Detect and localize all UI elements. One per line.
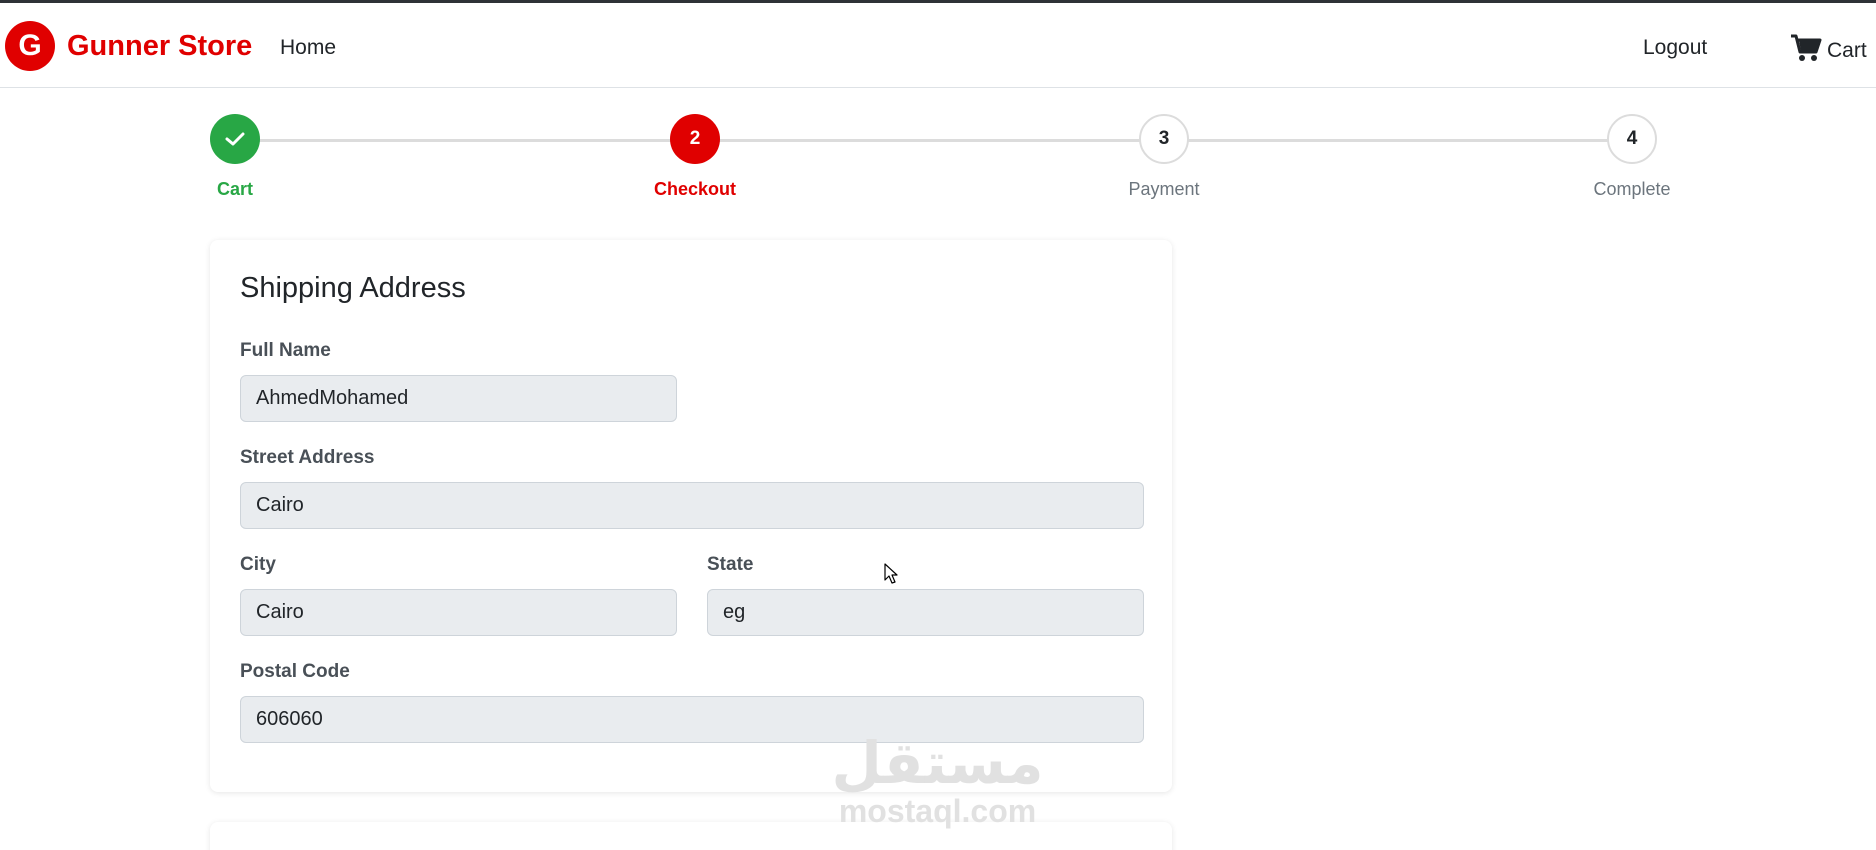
brand-logo: G: [5, 21, 55, 71]
street-address-label: Street Address: [240, 447, 375, 468]
nav-home-link[interactable]: Home: [280, 36, 336, 60]
full-name-input[interactable]: [240, 375, 677, 422]
brand-link[interactable]: G Gunner Store: [5, 21, 252, 71]
step-cart: Cart: [160, 114, 310, 200]
brand-name: Gunner Store: [67, 29, 253, 62]
step-payment-circle: 3: [1139, 114, 1189, 164]
step-complete-label: Complete: [1593, 179, 1671, 199]
step-complete-circle: 4: [1607, 114, 1657, 164]
step-cart-circle: [210, 114, 260, 164]
nav-cart-link[interactable]: Cart: [1790, 33, 1867, 68]
step-cart-label: Cart: [216, 179, 253, 199]
check-icon: [225, 132, 245, 146]
step-payment: 3 Payment: [1089, 114, 1239, 200]
city-label: City: [240, 554, 276, 575]
state-label: State: [707, 554, 754, 575]
mostaql-watermark: مستقل mostaql.com: [825, 731, 1050, 830]
nav-logout-link[interactable]: Logout: [1643, 36, 1707, 60]
mouse-pointer-icon: [884, 563, 898, 584]
checkout-progress: Cart 2 Checkout 3 Payment 4 Complete: [210, 114, 1671, 204]
full-name-label: Full Name: [240, 340, 331, 361]
shipping-address-title: Shipping Address: [240, 272, 466, 304]
watermark-arabic: مستقل: [831, 731, 1044, 796]
step-checkout-label: Checkout: [653, 179, 736, 199]
shipping-address-card: Shipping Address Full Name Street Addres…: [210, 240, 1172, 792]
street-address-input[interactable]: [240, 482, 1144, 529]
step-checkout: 2 Checkout: [620, 114, 770, 200]
state-input[interactable]: [707, 589, 1144, 636]
watermark-latin: mostaql.com: [838, 793, 1037, 829]
postal-code-label: Postal Code: [240, 661, 350, 682]
step-complete: 4 Complete: [1557, 114, 1707, 200]
shopping-cart-icon: [1790, 33, 1822, 68]
step-payment-label: Payment: [1128, 179, 1200, 199]
navbar: G Gunner Store Home Logout Cart: [0, 3, 1876, 88]
city-input[interactable]: [240, 589, 677, 636]
progress-track: [235, 139, 1645, 142]
step-checkout-circle: 2: [670, 114, 720, 164]
nav-cart-label: Cart: [1827, 38, 1867, 62]
